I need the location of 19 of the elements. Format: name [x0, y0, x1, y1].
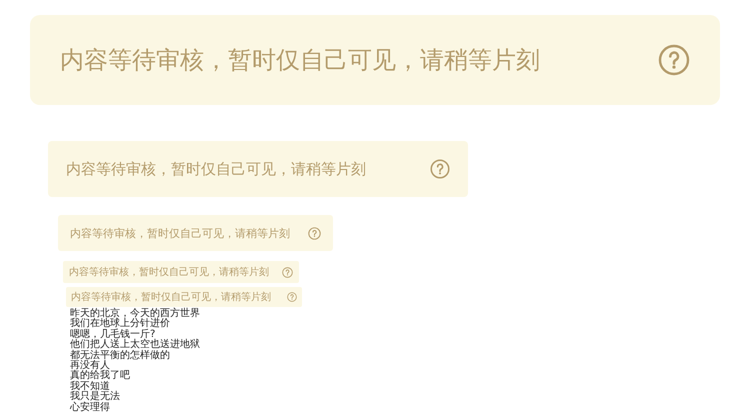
help-icon[interactable] — [430, 159, 450, 179]
text-line: 心安理得 — [70, 402, 111, 414]
help-icon[interactable] — [308, 226, 321, 240]
text-line: 我们在地球上分针进价 — [70, 319, 171, 330]
help-icon[interactable] — [287, 292, 297, 302]
notice-text: 内容等待审核，暂时仅自己可见，请稍等片刻 — [69, 266, 269, 279]
text-line: 真的给我了吧 — [70, 371, 131, 382]
notice-text: 内容等待审核，暂时仅自己可见，请稍等片刻 — [70, 226, 290, 240]
text-line: 昨天的北京，今天的西方世界 — [70, 309, 200, 319]
text-line: 我只是无法 — [70, 392, 121, 402]
text-line: 嗯嗯，几毛钱一斤? — [70, 330, 156, 340]
notice-text: 内容等待审核，暂时仅自己可见，请稍等片刻 — [66, 160, 366, 178]
text-line: 都无法平衡的怎样做的 — [70, 350, 171, 361]
notice-text: 内容等待审核，暂时仅自己可见，请稍等片刻 — [60, 45, 540, 76]
notice-text: 内容等待审核，暂时仅自己可见，请稍等片刻 — [71, 290, 271, 304]
help-icon[interactable] — [282, 266, 293, 278]
text-line: 我不知道 — [70, 382, 110, 392]
text-line: 他们把人送上太空也送进地狱 — [70, 340, 200, 350]
help-icon[interactable] — [658, 44, 690, 76]
